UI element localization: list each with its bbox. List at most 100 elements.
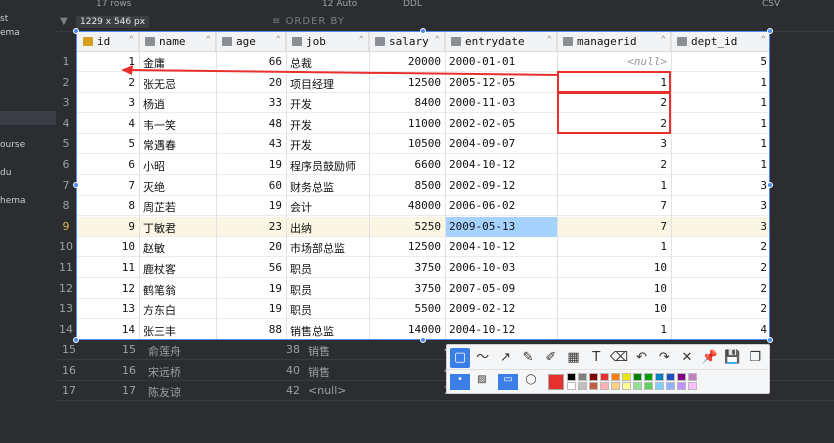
database-explorer-panel: st ema ourse du hema bbox=[0, 12, 56, 443]
resize-handle-t[interactable] bbox=[420, 28, 426, 34]
explorer-item[interactable]: hema bbox=[0, 196, 26, 206]
undo-icon[interactable]: ↶ bbox=[632, 348, 652, 368]
mosaic-icon[interactable]: ▦ bbox=[564, 348, 584, 368]
cell-job[interactable]: 销售 bbox=[308, 343, 330, 359]
explorer-item[interactable]: ema bbox=[0, 28, 20, 38]
rect-shape-button[interactable]: ▭ bbox=[498, 374, 518, 390]
marker-icon[interactable]: ✐ bbox=[541, 348, 561, 368]
export-format-label[interactable]: CSV bbox=[762, 0, 780, 9]
pencil-icon[interactable]: ✎ bbox=[518, 348, 538, 368]
cell-job[interactable]: 销售 bbox=[308, 364, 330, 380]
row-number[interactable]: 11 bbox=[56, 258, 76, 278]
annotation-rect-managerid-1 bbox=[557, 71, 671, 93]
resize-handle-br[interactable] bbox=[767, 337, 773, 343]
annotation-arrow-line bbox=[128, 69, 560, 76]
color-swatch[interactable] bbox=[655, 373, 664, 381]
color-swatch[interactable] bbox=[688, 382, 697, 390]
hatch-fill-button[interactable]: ▨ bbox=[472, 374, 492, 390]
color-swatch[interactable] bbox=[666, 382, 675, 390]
color-swatch[interactable] bbox=[677, 373, 686, 381]
redo-icon[interactable]: ↷ bbox=[654, 348, 674, 368]
eraser-icon[interactable]: ⌫ bbox=[609, 348, 629, 368]
order-by-field[interactable]: ≡ ORDER BY bbox=[272, 16, 345, 27]
size-small-button[interactable]: • bbox=[450, 374, 470, 390]
row-number[interactable]: 4 bbox=[56, 114, 76, 134]
row-number[interactable]: 1 bbox=[56, 52, 76, 72]
color-swatch[interactable] bbox=[622, 373, 631, 381]
filter-icon[interactable]: ▼ bbox=[60, 16, 68, 27]
color-swatch[interactable] bbox=[666, 373, 675, 381]
cell-age[interactable]: 42 bbox=[286, 384, 300, 397]
cell-id[interactable]: 15 bbox=[122, 343, 136, 356]
color-swatch[interactable] bbox=[644, 382, 653, 390]
cell-id[interactable]: 16 bbox=[122, 364, 136, 377]
color-swatch[interactable] bbox=[600, 373, 609, 381]
color-swatch[interactable] bbox=[622, 382, 631, 390]
color-swatch[interactable] bbox=[611, 382, 620, 390]
cell-job[interactable]: <null> bbox=[308, 384, 347, 397]
rows-count-label[interactable]: 17 rows bbox=[96, 0, 131, 9]
row-number[interactable]: 17 bbox=[62, 384, 76, 397]
explorer-selected-row bbox=[0, 111, 56, 125]
resize-handle-r[interactable] bbox=[767, 182, 773, 188]
color-swatch[interactable] bbox=[589, 382, 598, 390]
screenshot-selection-area[interactable]: id ⌃ name ⌃ age ⌃ job ⌃ salary ⌃ entrydate ⌃ manager… bbox=[76, 31, 770, 340]
row-number[interactable]: 8 bbox=[56, 196, 76, 216]
row-number[interactable]: 16 bbox=[62, 364, 76, 377]
cell-age[interactable]: 40 bbox=[286, 364, 300, 377]
ellipse-shape-button[interactable]: ◯ bbox=[521, 374, 541, 390]
color-swatch[interactable] bbox=[688, 373, 697, 381]
color-swatch[interactable] bbox=[578, 382, 587, 390]
row-number[interactable]: 3 bbox=[56, 93, 76, 113]
cell-name[interactable]: 俞莲舟 bbox=[148, 343, 181, 359]
resize-handle-tl[interactable] bbox=[73, 28, 79, 34]
save-icon[interactable]: 💾 bbox=[722, 348, 742, 368]
row-number[interactable]: 9 bbox=[56, 217, 76, 237]
row-number[interactable]: 10 bbox=[56, 237, 76, 257]
row-number[interactable]: 5 bbox=[56, 134, 76, 154]
color-swatch[interactable] bbox=[633, 373, 642, 381]
explorer-item[interactable]: du bbox=[0, 168, 11, 178]
auto-refresh-label[interactable]: 12 Auto bbox=[322, 0, 357, 9]
cell-age[interactable]: 38 bbox=[286, 343, 300, 356]
pin-icon[interactable]: 📌 bbox=[700, 348, 720, 368]
color-swatch[interactable] bbox=[600, 382, 609, 390]
current-color-swatch[interactable] bbox=[548, 374, 564, 390]
ddl-button[interactable]: DDL bbox=[403, 0, 422, 9]
filter-bar bbox=[56, 12, 834, 32]
color-swatch[interactable] bbox=[677, 382, 686, 390]
close-icon[interactable]: ✕ bbox=[677, 348, 697, 368]
resize-handle-b[interactable] bbox=[420, 337, 426, 343]
cell-name[interactable]: 陈友谅 bbox=[148, 384, 181, 400]
text-icon[interactable]: T bbox=[586, 348, 606, 368]
arrow-icon[interactable]: ↗ bbox=[495, 348, 515, 368]
capture-size-badge: 1229 x 546 px bbox=[76, 16, 150, 28]
color-swatch[interactable] bbox=[567, 382, 576, 390]
color-swatch[interactable] bbox=[611, 373, 620, 381]
annotation-rect-managerid-2 bbox=[557, 92, 671, 134]
annotation-arrowhead bbox=[121, 65, 133, 75]
cell-name[interactable]: 宋远桥 bbox=[148, 364, 181, 380]
copy-icon[interactable]: ❐ bbox=[745, 348, 765, 368]
row-number[interactable]: 13 bbox=[56, 299, 76, 319]
rectangle-icon[interactable]: ▢ bbox=[450, 348, 470, 368]
row-number[interactable]: 12 bbox=[56, 279, 76, 299]
explorer-item[interactable]: ourse bbox=[0, 140, 25, 150]
color-swatch[interactable] bbox=[633, 382, 642, 390]
cell-id[interactable]: 17 bbox=[122, 384, 136, 397]
pen-line-icon[interactable]: 〜 bbox=[473, 348, 493, 368]
annotation-style-row: • ▨ ▭ ◯ bbox=[447, 370, 769, 394]
explorer-item[interactable]: st bbox=[0, 14, 8, 24]
row-number[interactable]: 15 bbox=[62, 343, 76, 356]
color-swatch[interactable] bbox=[578, 373, 587, 381]
row-number[interactable]: 2 bbox=[56, 73, 76, 93]
resize-handle-l[interactable] bbox=[73, 182, 79, 188]
resize-handle-bl[interactable] bbox=[73, 337, 79, 343]
resize-handle-tr[interactable] bbox=[767, 28, 773, 34]
color-swatch[interactable] bbox=[644, 373, 653, 381]
row-number[interactable]: 6 bbox=[56, 155, 76, 175]
color-swatch[interactable] bbox=[655, 382, 664, 390]
color-swatch[interactable] bbox=[567, 373, 576, 381]
annotation-layer bbox=[121, 65, 671, 134]
color-swatch[interactable] bbox=[589, 373, 598, 381]
